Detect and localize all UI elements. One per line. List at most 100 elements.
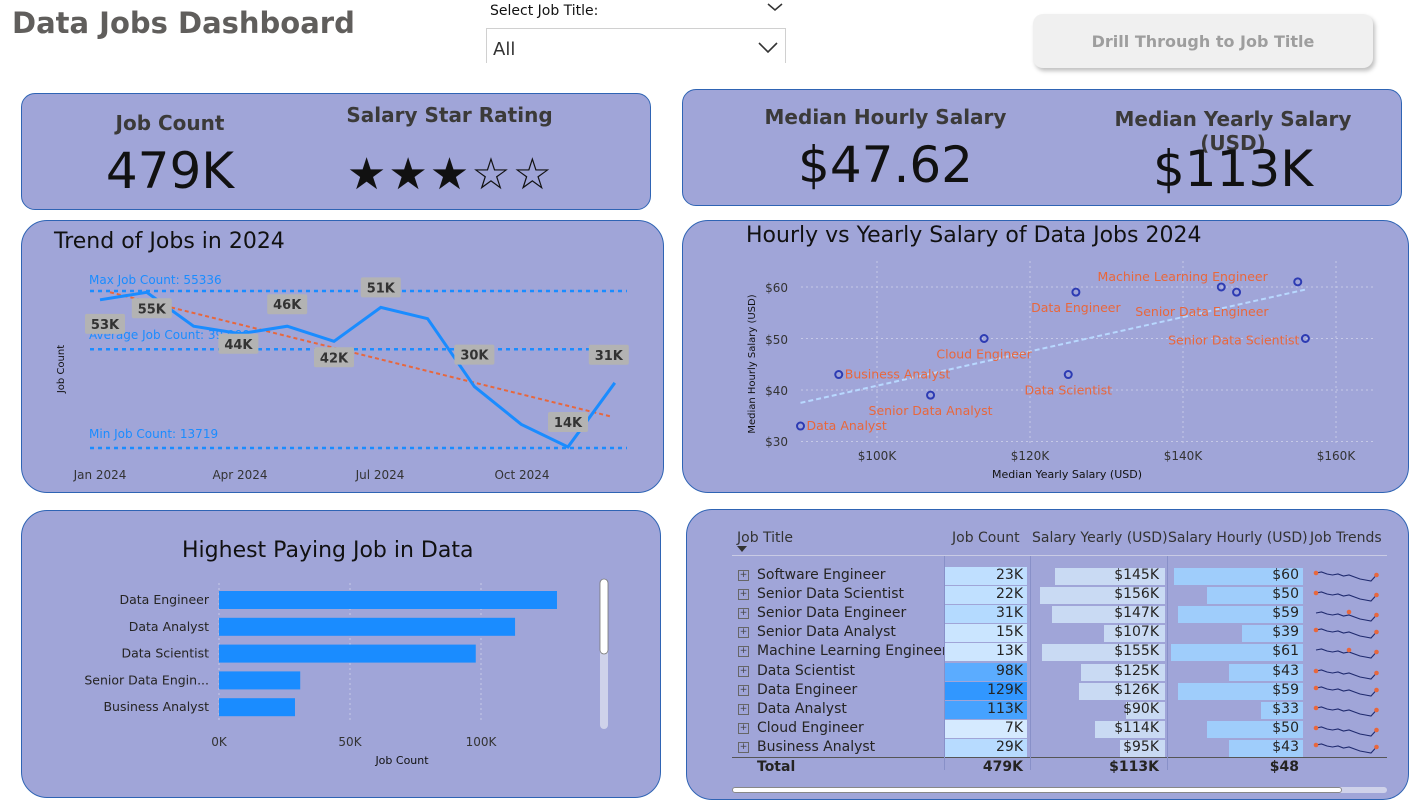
scatter-point[interactable] <box>834 370 844 380</box>
median-yearly-value: $113K <box>1152 140 1314 198</box>
scatter-point[interactable] <box>926 390 936 400</box>
bar[interactable] <box>219 671 301 690</box>
scrollbar-thumb[interactable] <box>599 578 609 655</box>
job-trend-sparkline <box>1315 648 1379 659</box>
row-job-count: 22K <box>996 586 1023 603</box>
row-job-title[interactable]: Senior Data Scientist <box>757 586 947 605</box>
scatter-point-label: Senior Data Scientist <box>1168 333 1299 348</box>
row-salary-yearly: $95K <box>1123 738 1159 755</box>
data-label: 53K <box>91 318 120 333</box>
row-salary-hourly: $50 <box>1272 586 1299 603</box>
scatter-point-label: Machine Learning Engineer <box>1098 269 1269 284</box>
scatter-point[interactable] <box>1071 287 1081 297</box>
expand-icon[interactable]: + <box>738 608 749 620</box>
row-job-title[interactable]: Senior Data Engineer <box>757 605 947 624</box>
row-salary-hourly: $59 <box>1272 681 1299 698</box>
scatter-point-label: Data Analyst <box>807 418 887 433</box>
expand-icon[interactable]: + <box>738 570 749 581</box>
row-salary-hourly: $59 <box>1272 605 1299 622</box>
bar-x-tick: 0K <box>211 735 228 749</box>
scrollbar-thumb[interactable] <box>732 787 1342 793</box>
expand-icon[interactable]: + <box>738 589 749 601</box>
bar[interactable] <box>219 644 476 663</box>
job-count-value: 479K <box>105 142 235 200</box>
trend-x-tick: Jan 2024 <box>73 468 127 482</box>
row-salary-yearly: $156K <box>1114 586 1159 603</box>
job-trend-sparkline <box>1313 742 1379 754</box>
column-header[interactable]: Salary Yearly (USD) <box>1032 530 1168 546</box>
bar-chart[interactable]: Job Count 0K 50K 100K Data Engineer Data … <box>22 511 658 795</box>
scatter-point[interactable] <box>1232 287 1242 297</box>
bar[interactable] <box>219 617 516 636</box>
trend-x-tick: Apr 2024 <box>212 468 267 482</box>
job-title-slicer[interactable]: Select Job Title: All <box>486 0 786 63</box>
job-trend-sparkline <box>1313 627 1379 639</box>
scatter-point[interactable] <box>1063 370 1073 380</box>
bar-x-tick: 50K <box>338 735 362 749</box>
row-job-title[interactable]: Senior Data Analyst <box>757 624 947 643</box>
expand-icon[interactable]: + <box>738 741 749 753</box>
expand-icon[interactable]: + <box>738 627 749 639</box>
row-job-count: 23K <box>996 567 1023 583</box>
column-header[interactable]: Job Trends <box>1310 530 1382 546</box>
row-salary-yearly: $107K <box>1114 624 1159 641</box>
row-job-title[interactable]: Data Engineer <box>757 682 947 701</box>
star-rating: ★★★☆☆ <box>346 149 555 200</box>
scatter-chart-card: Hourly vs Yearly Salary of Data Jobs 202… <box>682 220 1409 493</box>
scatter-point-label: Senior Data Engineer <box>1135 304 1269 319</box>
drill-through-button[interactable]: Drill Through to Job Title <box>1033 14 1373 68</box>
expand-icon[interactable]: + <box>738 722 749 734</box>
scatter-y-tick: $30 <box>765 435 788 449</box>
median-hourly-value: $47.62 <box>798 136 973 194</box>
job-trend-sparkline <box>1313 685 1379 697</box>
bar-category-label: Data Scientist <box>122 646 210 661</box>
trend-line-chart[interactable]: Job Count Max Job Count: 55336 Average J… <box>22 221 662 491</box>
trend-max-label: Max Job Count: 55336 <box>89 273 222 287</box>
scatter-point[interactable] <box>796 421 805 431</box>
chevron-down-icon[interactable] <box>757 39 779 59</box>
row-salary-hourly: $39 <box>1272 624 1299 641</box>
row-salary-hourly: $50 <box>1272 719 1299 736</box>
job-trend-sparkline <box>1313 725 1379 737</box>
row-job-title[interactable]: Data Scientist <box>757 663 947 682</box>
data-label: 31K <box>595 349 624 364</box>
slicer-collapse-icon[interactable] <box>766 0 784 18</box>
row-job-count: 29K <box>996 738 1023 755</box>
data-label: 51K <box>367 281 396 296</box>
column-header[interactable]: Job Title <box>737 530 937 546</box>
scatter-point-label: Senior Data Analyst <box>869 403 993 418</box>
job-count-series-line[interactable] <box>99 290 617 449</box>
trend-line <box>109 291 613 418</box>
column-header[interactable]: Job Count <box>952 530 1022 546</box>
data-label: 44K <box>224 338 253 353</box>
column-header[interactable]: Salary Hourly (USD) <box>1168 530 1308 546</box>
expand-icon[interactable]: + <box>738 665 749 677</box>
scatter-point[interactable] <box>1293 277 1303 287</box>
job-trend-sparkline <box>1313 590 1379 602</box>
row-job-title[interactable]: Business Analyst <box>757 739 947 758</box>
scatter-chart[interactable]: Median Hourly Salary (USD) Median Yearly… <box>683 221 1407 491</box>
trend-min-label: Min Job Count: 13719 <box>89 427 218 441</box>
sort-desc-icon[interactable] <box>737 546 747 552</box>
row-job-count: 98K <box>996 662 1023 679</box>
bar-category-label: Senior Data Engin... <box>84 672 209 687</box>
row-job-title[interactable]: Machine Learning Engineer <box>757 643 948 662</box>
scatter-y-tick: $40 <box>765 384 788 398</box>
row-job-count: 31K <box>996 605 1023 622</box>
bar[interactable] <box>219 698 295 717</box>
row-salary-hourly: $60 <box>1272 567 1299 583</box>
expand-icon[interactable]: + <box>738 684 749 696</box>
row-job-title[interactable]: Cloud Engineer <box>757 720 947 739</box>
expand-icon[interactable]: + <box>738 703 749 715</box>
slicer-label: Select Job Title: <box>490 3 599 19</box>
row-job-title[interactable]: Data Analyst <box>757 701 947 720</box>
bar[interactable] <box>219 591 557 609</box>
slicer-dropdown[interactable]: All <box>486 28 786 63</box>
job-title-table[interactable]: Job Title Job Count Salary Yearly (USD) Sal… <box>687 510 1407 798</box>
row-job-title[interactable]: Software Engineer <box>757 567 947 586</box>
scatter-x-axis-label: Median Yearly Salary (USD) <box>992 468 1142 481</box>
scatter-y-tick: $60 <box>765 281 788 295</box>
total-job-count: 479K <box>982 759 1023 775</box>
expand-icon[interactable]: + <box>738 646 749 658</box>
scatter-x-tick: $100K <box>858 449 898 463</box>
